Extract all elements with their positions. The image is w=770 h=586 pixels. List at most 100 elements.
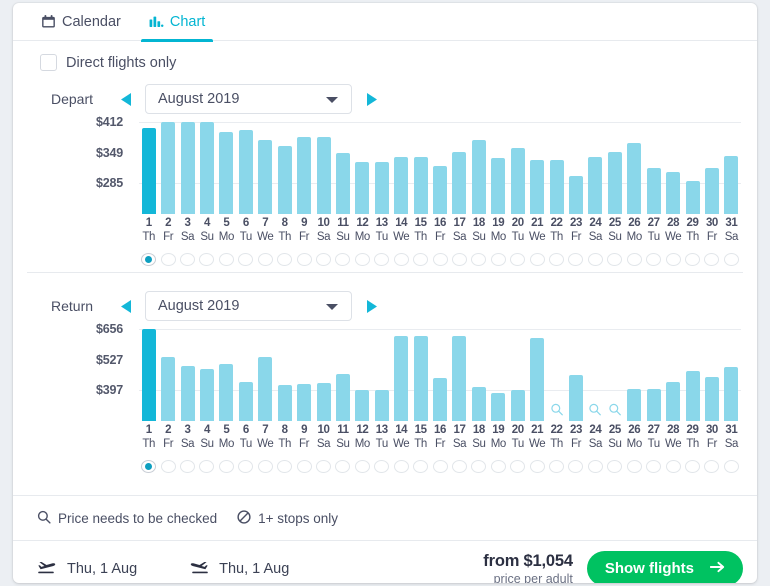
depart-day-dot[interactable] [666,253,681,266]
depart-bar[interactable] [452,152,466,214]
depart-day-dot-cell[interactable] [411,253,430,266]
return-bar-cell[interactable] [158,329,177,421]
depart-bar-cell[interactable] [605,122,624,214]
depart-bar[interactable] [550,160,564,214]
return-day-dot[interactable] [510,460,525,473]
depart-day-dot-cell[interactable] [663,253,682,266]
depart-day-dot-cell[interactable] [391,253,410,266]
depart-bar-cell[interactable] [722,122,741,214]
return-bar[interactable] [394,336,408,421]
direct-flights-only-row[interactable]: Direct flights only [13,41,757,71]
return-day-dot-cell[interactable] [450,460,469,473]
depart-bar[interactable] [297,137,311,214]
return-bar[interactable] [297,384,311,421]
depart-bar-cell[interactable] [275,122,294,214]
depart-day-dot-cell[interactable] [702,253,721,266]
return-bar-cell[interactable] [586,329,605,421]
depart-bar-cell[interactable] [663,122,682,214]
depart-bar-cell[interactable] [178,122,197,214]
return-day-dot[interactable] [666,460,681,473]
depart-bar[interactable] [569,176,583,214]
depart-day-dot-cell[interactable] [547,253,566,266]
depart-day-dot-cell[interactable] [527,253,546,266]
depart-day-dot[interactable] [258,253,273,266]
depart-day-dot-cell[interactable] [236,253,255,266]
return-day-dot-cell[interactable] [333,460,352,473]
depart-bar[interactable] [336,153,350,214]
return-day-dot[interactable] [413,460,428,473]
return-day-dot[interactable] [724,460,739,473]
depart-bar[interactable] [200,122,214,214]
depart-bar-cell[interactable] [450,122,469,214]
depart-next-month-button[interactable] [358,86,384,112]
depart-day-dot[interactable] [549,253,564,266]
depart-bar-cell[interactable] [625,122,644,214]
depart-day-dot-cell[interactable] [566,253,585,266]
depart-day-dot[interactable] [491,253,506,266]
depart-day-dot[interactable] [161,253,176,266]
return-day-dot-cell[interactable] [605,460,624,473]
return-bar-cell[interactable] [625,329,644,421]
return-day-dot-cell[interactable] [547,460,566,473]
return-day-dot[interactable] [394,460,409,473]
depart-bar-cell[interactable] [139,122,158,214]
return-day-dot-cell[interactable] [722,460,741,473]
depart-day-dot-cell[interactable] [158,253,177,266]
return-bar-cell[interactable] [547,329,566,421]
return-bar-cell[interactable] [566,329,585,421]
tab-calendar[interactable]: Calendar [27,3,135,41]
return-day-dot-cell[interactable] [197,460,216,473]
depart-day-dot-cell[interactable] [314,253,333,266]
depart-day-dot-cell[interactable] [353,253,372,266]
depart-day-dot-cell[interactable] [644,253,663,266]
return-bar[interactable] [278,385,292,421]
return-day-dot[interactable] [433,460,448,473]
return-bar-cell[interactable] [450,329,469,421]
return-day-dot-cell[interactable] [236,460,255,473]
return-bar[interactable] [530,338,544,421]
return-bar[interactable] [200,369,214,421]
depart-day-dot[interactable] [588,253,603,266]
depart-day-dot-cell[interactable] [508,253,527,266]
return-bar-cell[interactable] [372,329,391,421]
return-bar-cell[interactable] [605,329,624,421]
depart-prev-month-button[interactable] [113,86,139,112]
return-bar-cell[interactable] [391,329,410,421]
return-bar[interactable] [355,390,369,421]
return-bar[interactable] [161,357,175,421]
depart-day-dot-cell[interactable] [450,253,469,266]
return-bar[interactable] [258,357,272,421]
return-bar-cell[interactable] [683,329,702,421]
depart-day-dot[interactable] [627,253,642,266]
depart-bar-cell[interactable] [411,122,430,214]
show-flights-button[interactable]: Show flights [587,551,743,583]
return-day-dot[interactable] [316,460,331,473]
return-day-dot[interactable] [685,460,700,473]
depart-day-dot-cell[interactable] [469,253,488,266]
return-day-dot-cell[interactable] [158,460,177,473]
depart-day-dot-cell[interactable] [625,253,644,266]
depart-day-dot[interactable] [394,253,409,266]
depart-day-dot[interactable] [355,253,370,266]
depart-bar-cell[interactable] [702,122,721,214]
return-bar[interactable] [181,366,195,421]
return-day-dot[interactable] [471,460,486,473]
depart-day-dot-cell[interactable] [275,253,294,266]
depart-day-dot[interactable] [530,253,545,266]
return-day-dot[interactable] [374,460,389,473]
depart-bar[interactable] [666,172,680,214]
return-bar[interactable] [375,390,389,421]
return-bar[interactable] [336,374,350,421]
return-bar[interactable] [317,383,331,421]
depart-day-dot[interactable] [685,253,700,266]
return-bar-cell[interactable] [178,329,197,421]
return-day-dot-cell[interactable] [625,460,644,473]
return-day-dot-cell[interactable] [644,460,663,473]
depart-day-dot[interactable] [568,253,583,266]
depart-day-dots[interactable] [139,253,741,266]
depart-bar[interactable] [608,152,622,214]
depart-day-dot-cell[interactable] [294,253,313,266]
depart-bar[interactable] [686,181,700,214]
return-day-dot-cell[interactable] [508,460,527,473]
depart-bar-cell[interactable] [683,122,702,214]
